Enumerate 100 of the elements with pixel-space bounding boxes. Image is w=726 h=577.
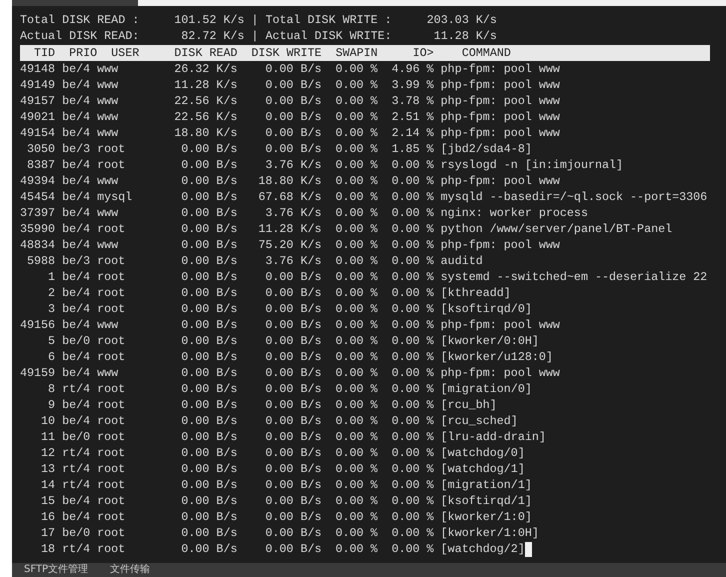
table-cell-text: root xyxy=(97,269,126,285)
table-cell: 49021 xyxy=(20,109,56,125)
table-cell: be/4 xyxy=(62,61,90,77)
table-cell-text: 3050 xyxy=(26,141,56,157)
table-cell-text: 0.00 B/s xyxy=(180,141,238,157)
table-cell-text: 0.00 B/s xyxy=(180,333,238,349)
table-cell-text: 18 xyxy=(40,541,56,557)
table-cell-text: 5 xyxy=(47,333,56,349)
table-cell-text: 0.00 B/s xyxy=(180,317,238,333)
table-cell-text: 0.00 % xyxy=(334,349,378,365)
table-cell-text: 0.00 % xyxy=(334,237,378,253)
table-cell-text: root xyxy=(97,333,126,349)
table-cell: be/4 xyxy=(62,317,90,333)
table-cell: be/4 xyxy=(62,285,90,301)
table-cell: auditd xyxy=(440,253,483,269)
table-cell-text: 11.28 K/s xyxy=(173,77,238,93)
table-cell-text: 0.00 % xyxy=(334,285,378,301)
table-cell: be/3 xyxy=(62,253,90,269)
table-cell-text: 0.00 B/s xyxy=(180,541,238,557)
table-cell-text: 67.68 K/s xyxy=(257,189,322,205)
table-cell: be/4 xyxy=(62,93,90,109)
table-cell-text: 0.00 % xyxy=(390,237,434,253)
table-cell-text: www xyxy=(97,77,120,93)
table-cell-text: 0.00 % xyxy=(334,541,378,557)
table-cell-text: 0.00 B/s xyxy=(264,541,322,557)
table-cell: [kthreadd] xyxy=(440,285,511,301)
table-cell-text: 0.00 B/s xyxy=(180,445,238,461)
table-cell: [rcu_sched] xyxy=(440,413,518,429)
table-cell-text: www xyxy=(97,205,120,221)
bottom-tab[interactable]: 文件传输 xyxy=(110,562,150,577)
table-cell-text: 22.56 K/s xyxy=(173,109,238,125)
stat-label: Actual DISK WRITE: xyxy=(265,28,393,44)
table-cell-text: www xyxy=(97,109,120,125)
table-cell-text: 0.00 % xyxy=(390,349,434,365)
stat-label: Actual DISK READ: xyxy=(20,28,140,44)
table-cell-text: mysql xyxy=(97,189,134,205)
table-cell-text: 0.00 % xyxy=(334,61,378,77)
table-cell-text: 0.00 B/s xyxy=(264,349,322,365)
table-cell-text: 0.00 % xyxy=(390,397,434,413)
column-header: PRIO xyxy=(69,45,98,61)
table-cell: be/4 xyxy=(62,77,90,93)
table-cell-text: 0.00 B/s xyxy=(264,61,322,77)
table-cell-text: root xyxy=(97,413,126,429)
table-cell: be/4 xyxy=(62,509,90,525)
table-cell-text: 0.00 % xyxy=(334,525,378,541)
table-cell: php-fpm: pool www xyxy=(440,173,560,189)
table-cell: be/0 xyxy=(62,525,90,541)
table-cell-text: root xyxy=(97,397,126,413)
table-cell-text: 0.00 B/s xyxy=(264,77,322,93)
bottom-tab[interactable]: SFTP文件管理 xyxy=(24,562,88,577)
table-cell-text: root xyxy=(97,157,126,173)
table-cell: be/4 xyxy=(62,413,90,429)
table-cell-text: 0.00 % xyxy=(334,381,378,397)
table-cell-text: 0.00 B/s xyxy=(264,365,322,381)
table-cell-text: 0.00 % xyxy=(334,189,378,205)
table-cell: 49156 xyxy=(20,317,56,333)
table-cell-text: 11 xyxy=(40,429,56,445)
table-cell-text: 0.00 % xyxy=(390,189,434,205)
table-cell: [migration/0] xyxy=(440,381,532,397)
table-cell-text: www xyxy=(97,173,120,189)
table-cell: [ksoftirqd/0] xyxy=(440,301,532,317)
column-header: DISK WRITE xyxy=(251,45,323,61)
table-cell-text: root xyxy=(97,541,126,557)
table-cell-text: 0.00 B/s xyxy=(264,461,322,477)
table-cell-text: 3.76 K/s xyxy=(264,157,322,173)
table-cell-text: root xyxy=(97,525,126,541)
table-cell-text: 0.00 % xyxy=(390,477,434,493)
table-cell: php-fpm: pool www xyxy=(440,365,560,381)
table-cell-text: 0.00 B/s xyxy=(180,493,238,509)
table-cell-text: 0.00 % xyxy=(390,509,434,525)
table-cell-text: 0.00 % xyxy=(334,93,378,109)
table-cell-text: 0.00 B/s xyxy=(180,301,238,317)
stat-value: 101.52 K/s xyxy=(173,12,244,28)
stat-label: Total DISK WRITE : xyxy=(265,12,393,28)
table-cell-text: 9 xyxy=(47,397,56,413)
table-cell-text: root xyxy=(97,445,126,461)
table-cell-text: 0.00 B/s xyxy=(264,333,322,349)
table-cell-text: 0.00 % xyxy=(390,541,434,557)
table-cell-text: 0.00 % xyxy=(390,381,434,397)
table-cell: 45454 xyxy=(20,189,56,205)
table-cell-text: 5988 xyxy=(26,253,56,269)
table-cell-text: 0.00 % xyxy=(334,253,378,269)
table-cell-text: 0.00 B/s xyxy=(264,269,322,285)
table-cell-text: 0.00 B/s xyxy=(180,477,238,493)
table-cell-text: 0.00 B/s xyxy=(264,429,322,445)
text-cursor xyxy=(524,542,532,556)
table-cell-text: 0.00 % xyxy=(334,221,378,237)
table-cell: php-fpm: pool www xyxy=(440,93,560,109)
table-cell-text: 0.00 % xyxy=(390,445,434,461)
stat-value: 82.72 K/s xyxy=(180,28,244,44)
table-cell-text: 0.00 % xyxy=(334,269,378,285)
column-header: USER xyxy=(111,45,140,61)
table-cell-text: 0.00 % xyxy=(390,525,434,541)
table-cell-text: 0.00 % xyxy=(334,141,378,157)
table-cell-text: 3.78 % xyxy=(390,93,434,109)
table-cell: be/4 xyxy=(62,157,90,173)
table-cell-text: 0.00 B/s xyxy=(180,365,238,381)
table-cell: 35990 xyxy=(20,221,56,237)
table-cell-text: 0.00 % xyxy=(390,269,434,285)
table-cell: be/4 xyxy=(62,205,90,221)
